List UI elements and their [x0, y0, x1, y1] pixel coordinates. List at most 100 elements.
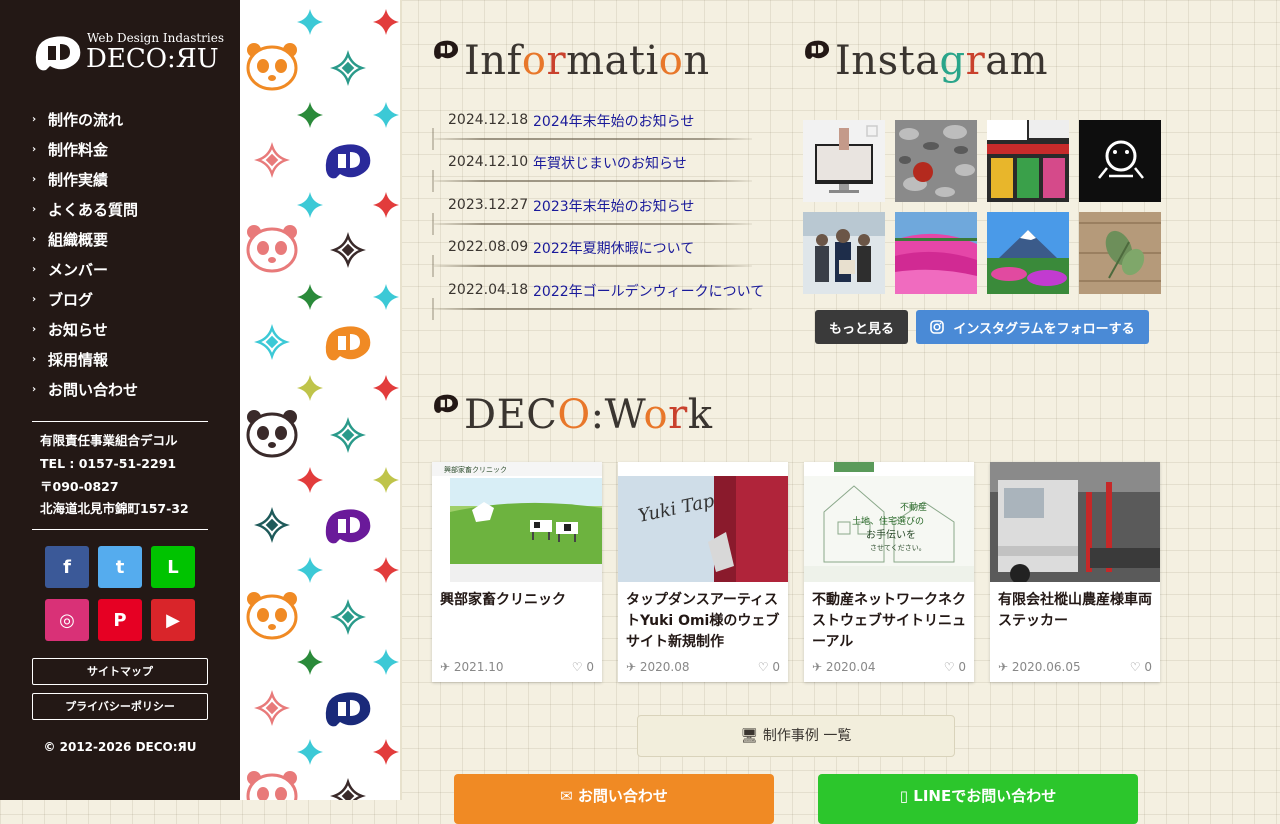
main-nav: › 制作の流れ › 制作料金 › 制作実績 › よくある質問 › 組織概要 › メンバー ›… [32, 106, 212, 406]
instagram-photo[interactable] [987, 120, 1069, 202]
info-link[interactable]: 2022年ゴールデンウィークについて [533, 281, 764, 301]
like-count[interactable]: ♡ 0 [944, 660, 966, 674]
chevron-right-icon: › [32, 114, 37, 125]
instagram-grid [803, 120, 1161, 294]
star-pattern-icon [297, 284, 323, 310]
work-card[interactable]: 興部家畜クリニック 興部家畜クリニック ✈ 2021.10 ♡ 0 [432, 462, 602, 682]
nav-item-recruit[interactable]: › 採用情報 [32, 346, 212, 376]
star-pattern-icon [297, 739, 323, 765]
nav-item-about[interactable]: › 組織概要 [32, 226, 212, 256]
instagram-photo[interactable] [895, 212, 977, 294]
address: 北海道北見市錦町157-32 [40, 501, 189, 517]
deco-logo-pattern-icon [325, 509, 371, 544]
instagram-follow-button[interactable]: インスタグラムをフォローする [916, 310, 1149, 344]
panda-pattern-icon [246, 225, 298, 273]
instagram-photo[interactable] [803, 212, 885, 294]
info-date: 2022.08.09 [448, 239, 529, 256]
phone-icon: ▯ [899, 787, 914, 805]
work-title: タップダンスアーティストYuki Omi様のウェブサイト新規制作 [626, 592, 780, 650]
contact-line-button[interactable]: ▯ LINEでお問い合わせ [818, 774, 1138, 824]
nav-item-faq[interactable]: › よくある質問 [32, 196, 212, 226]
deco-mark-icon [434, 40, 459, 59]
panda-pattern-icon [246, 771, 298, 800]
pinterest-button[interactable]: P [98, 599, 142, 641]
nav-item-works[interactable]: › 制作実績 [32, 166, 212, 196]
like-count[interactable]: ♡ 0 [758, 660, 780, 674]
facebook-button[interactable]: f [45, 546, 89, 588]
logo-name: DECO:ЯU [86, 44, 219, 74]
deco-mark-icon [434, 394, 459, 413]
star-pattern-icon [373, 467, 399, 493]
star-pattern-icon [373, 649, 399, 675]
like-count[interactable]: ♡ 0 [1130, 660, 1152, 674]
star-pattern-icon [297, 9, 323, 35]
nav-item-news[interactable]: › お知らせ [32, 316, 212, 346]
chevron-right-icon: › [32, 354, 37, 365]
deco-logo-pattern-icon [325, 692, 371, 727]
work-card[interactable]: 有限会社樅山農産様車両ステッカー ✈ 2020.06.05 ♡ 0 [990, 462, 1160, 682]
work-card[interactable]: 不動産 土地、住宅選びの お手伝いを させてください。 不動産ネットワークネクス… [804, 462, 974, 682]
nav-item-blog[interactable]: › ブログ [32, 286, 212, 316]
work-thumbnail: Yuki Tap [618, 462, 788, 582]
chevron-right-icon: › [32, 324, 37, 335]
nav-item-price[interactable]: › 制作料金 [32, 136, 212, 166]
contact-mail-button[interactable]: ✉ お問い合わせ [454, 774, 774, 824]
diamond-pattern-icon [330, 50, 366, 86]
instagram-photo[interactable] [803, 120, 885, 202]
twitter-icon: t [115, 556, 125, 578]
panda-pattern-icon [246, 592, 298, 640]
work-card[interactable]: Yuki Tap タップダンスアーティストYuki Omi様のウェブサイト新規制… [618, 462, 788, 682]
info-link[interactable]: 2024年末年始のお知らせ [533, 111, 694, 131]
org-name: 有限責任事業組合デコル [40, 433, 178, 448]
thumb-text-estate-3: お手伝いを [866, 528, 916, 541]
star-pattern-icon [373, 375, 399, 401]
instagram-photo[interactable] [895, 120, 977, 202]
site-logo[interactable]: Web Design Indastries DECO:ЯU [32, 30, 224, 76]
rocket-icon: ✈ [626, 660, 640, 674]
thumb-text-estate-4: させてください。 [870, 544, 926, 552]
like-count[interactable]: ♡ 0 [572, 660, 594, 674]
list-item: 2022.08.09 2022年夏期休暇について [432, 233, 782, 278]
star-pattern-icon [297, 467, 323, 493]
logo-tagline: Web Design Indastries [87, 31, 225, 45]
chevron-right-icon: › [32, 174, 37, 185]
info-date: 2024.12.18 [448, 112, 529, 128]
sitemap-button[interactable]: サイトマップ [32, 658, 208, 685]
diamond-pattern-icon [254, 324, 290, 360]
nav-item-contact[interactable]: › お問い合わせ [32, 376, 212, 406]
star-pattern-icon [373, 9, 399, 35]
panda-pattern-icon [246, 410, 298, 458]
list-item: 2024.12.18 2024年末年始のお知らせ [432, 106, 782, 150]
heart-icon: ♡ [1129, 660, 1145, 674]
info-link[interactable]: 2023年末年始のお知らせ [533, 196, 694, 216]
instagram-photo[interactable] [1079, 212, 1161, 294]
work-list-button[interactable]: 🖥 制作事例 一覧 [637, 715, 955, 757]
diamond-pattern-icon [254, 142, 290, 178]
privacy-button[interactable]: プライバシーポリシー [32, 693, 208, 720]
information-title: Information [464, 38, 710, 84]
instagram-more-button[interactable]: もっと見る [815, 310, 908, 344]
star-pattern-icon [297, 192, 323, 218]
instagram-photo[interactable] [987, 212, 1069, 294]
instagram-button[interactable]: ◎ [45, 599, 89, 641]
chevron-right-icon: › [32, 144, 37, 155]
work-date: ✈ 2020.06.05 [998, 660, 1081, 674]
list-item: 2022.04.18 2022年ゴールデンウィークについて [432, 276, 782, 320]
star-pattern-icon [373, 557, 399, 583]
tel[interactable]: TEL : 0157-51-2291 [40, 453, 189, 476]
nav-item-flow[interactable]: › 制作の流れ [32, 106, 212, 136]
twitter-button[interactable]: t [98, 546, 142, 588]
diamond-pattern-icon [330, 417, 366, 453]
instagram-photo[interactable] [1079, 120, 1161, 202]
line-icon: L [167, 556, 179, 578]
monitor-icon: 🖥 [740, 728, 763, 744]
line-button[interactable]: L [151, 546, 195, 588]
work-thumbnail: 興部家畜クリニック [432, 462, 602, 582]
youtube-button[interactable]: ▶ [151, 599, 195, 641]
nav-item-members[interactable]: › メンバー [32, 256, 212, 286]
panda-pattern-icon [246, 43, 298, 91]
info-link[interactable]: 2022年夏期休暇について [533, 238, 694, 258]
thumb-text-estate-1: 不動産 [900, 501, 927, 513]
facebook-icon: f [63, 556, 71, 578]
info-link[interactable]: 年賀状じまいのお知らせ [533, 153, 687, 173]
